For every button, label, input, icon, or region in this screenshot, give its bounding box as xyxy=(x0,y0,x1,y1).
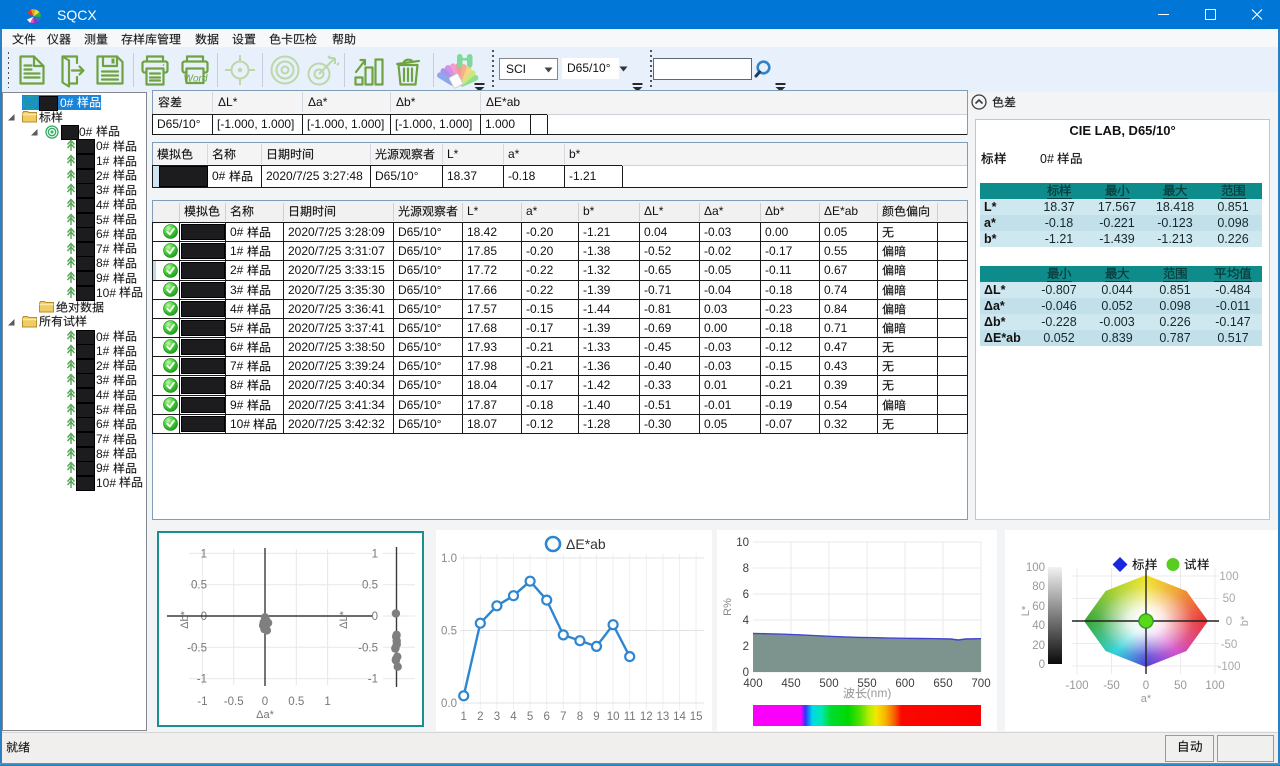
svg-text:8: 8 xyxy=(577,711,583,723)
svg-text:Δb*: Δb* xyxy=(179,610,191,628)
svg-text:14: 14 xyxy=(673,711,686,723)
svg-text:700: 700 xyxy=(971,678,990,690)
svg-text:10: 10 xyxy=(736,537,749,549)
svg-text:-1: -1 xyxy=(368,674,378,686)
svg-text:1: 1 xyxy=(372,548,378,560)
svg-text:0.0: 0.0 xyxy=(441,698,457,710)
svg-text:400: 400 xyxy=(743,678,762,690)
svg-text:R%: R% xyxy=(722,598,734,616)
svg-text:1.0: 1.0 xyxy=(441,553,457,565)
svg-text:-0.5: -0.5 xyxy=(224,696,244,708)
svg-text:4: 4 xyxy=(743,615,750,627)
svg-text:0.5: 0.5 xyxy=(288,696,304,708)
svg-text:0: 0 xyxy=(201,611,207,623)
svg-text:1: 1 xyxy=(460,711,466,723)
svg-text:1: 1 xyxy=(324,696,330,708)
svg-text:9: 9 xyxy=(593,711,599,723)
svg-text:2: 2 xyxy=(743,641,749,653)
svg-text:2: 2 xyxy=(477,711,483,723)
svg-text:ΔL*: ΔL* xyxy=(338,610,350,628)
svg-text:11: 11 xyxy=(624,711,636,723)
svg-text:1: 1 xyxy=(201,548,207,560)
svg-text:0.5: 0.5 xyxy=(441,626,457,638)
svg-text:-0.5: -0.5 xyxy=(358,642,378,654)
svg-text:450: 450 xyxy=(781,678,800,690)
svg-text:0.5: 0.5 xyxy=(362,580,378,592)
svg-text:650: 650 xyxy=(933,678,952,690)
svg-text:4: 4 xyxy=(510,711,517,723)
svg-text:Word: Word xyxy=(184,74,208,85)
svg-text:13: 13 xyxy=(657,711,670,723)
svg-text:6: 6 xyxy=(543,711,549,723)
svg-text:0: 0 xyxy=(372,611,378,623)
svg-text:12: 12 xyxy=(640,711,653,723)
svg-text:3: 3 xyxy=(494,711,500,723)
svg-text:5: 5 xyxy=(527,711,533,723)
svg-text:Δa*: Δa* xyxy=(256,709,274,721)
svg-text:0.5: 0.5 xyxy=(191,580,207,592)
svg-text:-1: -1 xyxy=(197,696,207,708)
svg-text:15: 15 xyxy=(690,711,703,723)
svg-text:ΔE*ab: ΔE*ab xyxy=(566,536,606,552)
svg-text:10: 10 xyxy=(607,711,620,723)
svg-text:-0.5: -0.5 xyxy=(187,642,207,654)
svg-text:-1: -1 xyxy=(197,674,207,686)
svg-text:0: 0 xyxy=(262,696,268,708)
svg-text:7: 7 xyxy=(560,711,566,723)
svg-text:6: 6 xyxy=(743,589,749,601)
svg-text:8: 8 xyxy=(743,563,749,575)
